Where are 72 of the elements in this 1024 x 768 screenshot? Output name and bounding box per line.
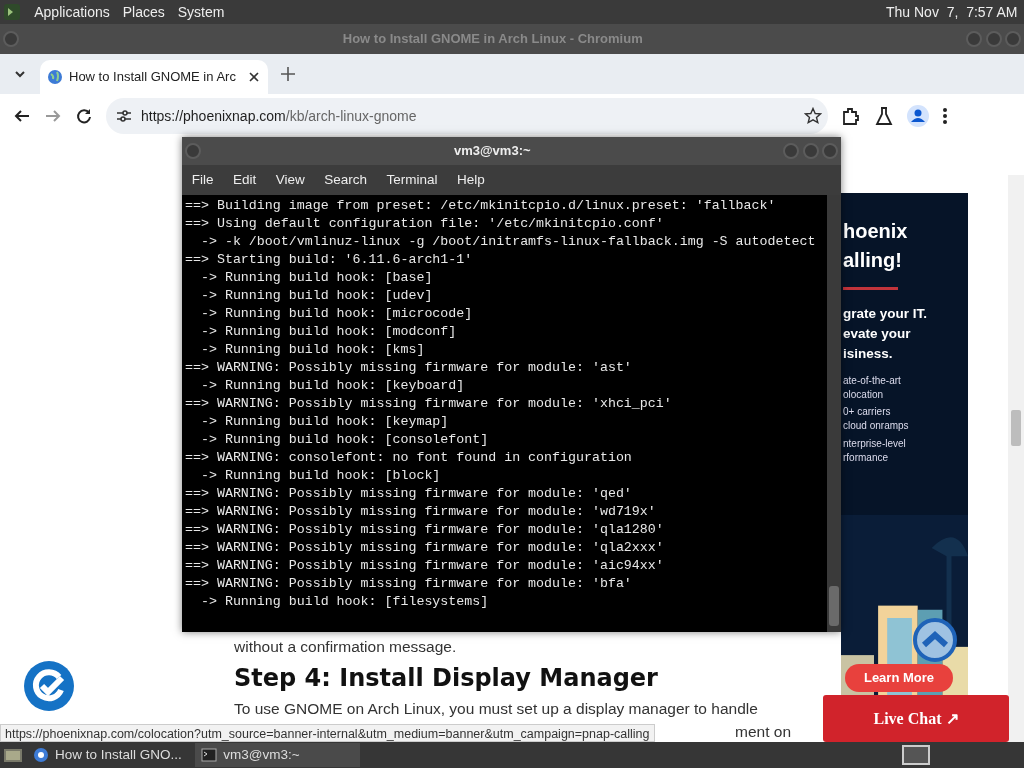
terminal-line: -> -k /boot/vmlinuz-linux -g /boot/initramfs-linux-fallback.img -S autodetect bbox=[199, 233, 817, 251]
tab-title: How to Install GNOME in Arc bbox=[69, 68, 237, 87]
ad-bullet: cloud onramps bbox=[843, 419, 910, 434]
panel-menu[interactable]: Places bbox=[122, 1, 165, 23]
extensions-icon[interactable] bbox=[841, 106, 861, 126]
menu-item[interactable]: Help bbox=[453, 169, 489, 191]
learn-more-button[interactable]: Learn More bbox=[845, 664, 953, 692]
window-title: vm3@vm3:~ bbox=[452, 142, 532, 161]
ad-tagline: isiness. bbox=[843, 345, 894, 363]
globe-icon bbox=[46, 69, 63, 85]
ad-bullet: nterprise-level bbox=[843, 436, 907, 451]
terminal-line: -> Running build hook: [keymap] bbox=[199, 413, 450, 431]
terminal-line: -> Running build hook: [filesystems] bbox=[199, 593, 490, 611]
menu-item[interactable]: File bbox=[188, 169, 217, 191]
terminal-line: -> Running build hook: [block] bbox=[199, 467, 442, 485]
address-bar[interactable]: https://phoenixnap.com/kb/arch-linux-gnome bbox=[106, 98, 828, 134]
section-heading: Step 4: Install Display Manager bbox=[234, 664, 659, 694]
panel-menu[interactable]: Applications bbox=[34, 1, 110, 23]
terminal-line: ==> WARNING: Possibly missing firmware for module: 'xhci_pci' bbox=[185, 395, 673, 413]
terminal-line: -> Running build hook: [kms] bbox=[199, 341, 426, 359]
menu-icon[interactable] bbox=[942, 106, 948, 126]
terminal-line: -> Running build hook: [udev] bbox=[199, 287, 434, 305]
ad-tagline: evate your bbox=[843, 325, 912, 343]
browser-tab[interactable]: How to Install GNOME in Arc bbox=[40, 60, 268, 94]
terminal-line: ==> WARNING: Possibly missing firmware for module: 'aic94xx' bbox=[185, 557, 665, 575]
terminal-line: ==> WARNING: consolefont: no font found in configuration bbox=[185, 449, 633, 467]
terminal-line: ==> WARNING: Possibly missing firmware for module: 'qla2xxx' bbox=[185, 539, 665, 557]
menu-item[interactable]: Terminal bbox=[383, 169, 441, 191]
scrollbar[interactable] bbox=[1008, 175, 1024, 742]
checkmark-logo-icon bbox=[23, 660, 75, 712]
terminal-line: -> Running build hook: [consolefont] bbox=[199, 431, 490, 449]
taskbar-item[interactable]: vm3@vm3:~ bbox=[194, 743, 360, 767]
ad-title: hoenix bbox=[843, 219, 909, 244]
terminal-line: -> Running build hook: [keyboard] bbox=[199, 377, 466, 395]
reload-icon[interactable] bbox=[75, 107, 93, 125]
ad-bullet: 0+ carriers bbox=[843, 405, 892, 420]
url-text: https://phoenixnap.com/kb/arch-linux-gnome bbox=[141, 106, 418, 126]
window-title: How to Install GNOME in Arch Linux - Chromium bbox=[341, 30, 644, 49]
terminal-line: ==> WARNING: Possibly missing firmware for module: 'bfa' bbox=[185, 575, 633, 593]
paragraph: To use GNOME on Arch Linux, you must set up a display manager to handle bbox=[234, 699, 759, 720]
status-url: https://phoenixnap.com/colocation?utm_source=banner-internal&utm_medium=banner&utm_campaign=pnap-calling bbox=[0, 724, 655, 742]
panel-menu[interactable]: System bbox=[177, 1, 225, 23]
ad-bullet: rformance bbox=[843, 450, 889, 465]
menu-item[interactable]: View bbox=[272, 169, 309, 191]
paragraph: without a confirmation message. bbox=[234, 637, 458, 657]
terminal-line: ==> WARNING: Possibly missing firmware for module: 'ast' bbox=[185, 359, 633, 377]
terminal-line: ==> WARNING: Possibly missing firmware for module: 'qed' bbox=[185, 485, 633, 503]
terminal-line: ==> Starting build: '6.11.6-arch1-1' bbox=[185, 251, 474, 269]
star-icon[interactable] bbox=[803, 107, 822, 125]
show-desktop-icon[interactable] bbox=[3, 746, 24, 764]
terminal-line: ==> WARNING: Possibly missing firmware for module: 'wd719x' bbox=[185, 503, 657, 521]
workspace-icon[interactable] bbox=[900, 744, 931, 766]
terminal-line: ==> Using default configuration file: '/etc/mkinitcpio.conf' bbox=[185, 215, 665, 233]
terminal-line: ==> WARNING: Possibly missing firmware for module: 'qla1280' bbox=[185, 521, 665, 539]
flask-icon[interactable] bbox=[874, 106, 894, 126]
paragraph: ment on bbox=[735, 723, 791, 740]
scrollbar[interactable] bbox=[827, 195, 841, 632]
ad-tagline: grate your IT. bbox=[843, 305, 929, 323]
menu-item[interactable]: Edit bbox=[229, 169, 260, 191]
terminal-line: -> Running build hook: [modconf] bbox=[199, 323, 458, 341]
terminal-line: ==> Building image from preset: /etc/mkinitcpio.d/linux.preset: 'fallback' bbox=[185, 197, 777, 215]
clock[interactable]: Thu Nov 7, 7:57 AM bbox=[886, 1, 1018, 23]
ad-bullet: ate-of-the-art bbox=[843, 374, 902, 388]
ad-bullet: olocation bbox=[843, 388, 885, 402]
taskbar-item[interactable]: How to Install GNO... bbox=[26, 743, 192, 767]
menu-item[interactable]: Search bbox=[321, 169, 371, 191]
terminal-line: -> Running build hook: [base] bbox=[199, 269, 434, 287]
profile-icon[interactable] bbox=[907, 105, 929, 127]
live-chat-button[interactable]: Live Chat ↗ bbox=[823, 695, 1009, 742]
ad-title: alling! bbox=[843, 248, 903, 273]
advertisement-banner[interactable]: hoenix alling! grate your IT. evate your isiness. ate-of-the-art olocation 0+ carriers cloud onramps nterprise-level rformance Learn More bbox=[841, 193, 968, 695]
terminal-line: -> Running build hook: [microcode] bbox=[199, 305, 474, 323]
